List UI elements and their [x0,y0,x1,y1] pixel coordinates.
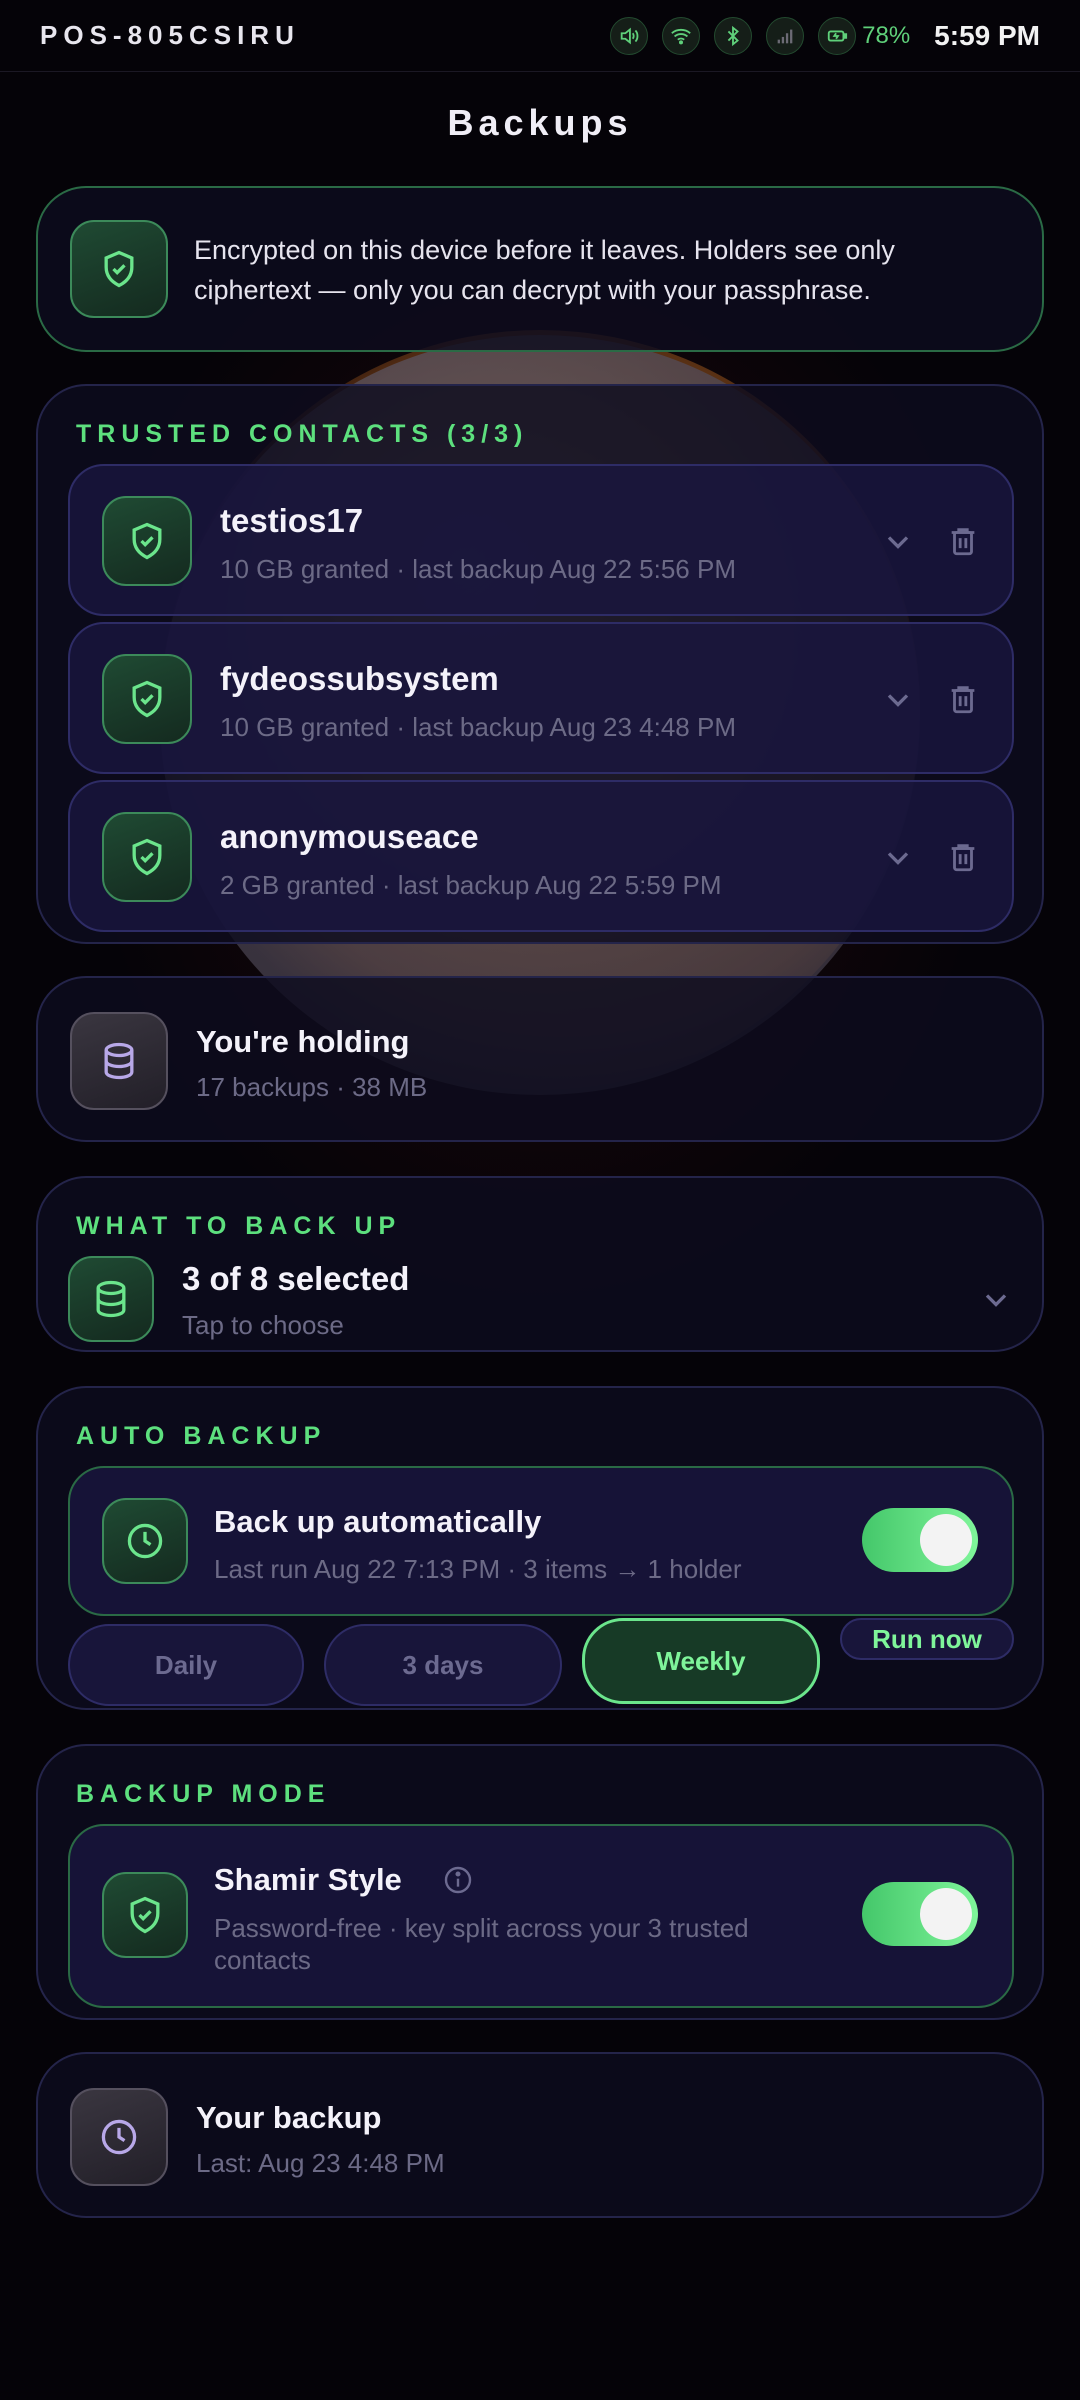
backup-mode-card: BACKUP MODE Shamir Style Password-free ·… [36,1744,1044,2020]
database-icon [68,1256,154,1342]
backup-mode-detail: Password-free · key split across your 3 … [214,1913,749,1975]
toggle-knob [920,1888,972,1940]
contact-row[interactable]: anonymouseace 2 GB granted · last backup… [68,780,1014,932]
selection-hint: Tap to choose [182,1310,344,1340]
wifi-icon [662,16,701,55]
contact-detail: 10 GB granted · last backup Aug 22 5:56 … [220,554,736,584]
holding-card[interactable]: You're holding 17 backups · 38 MB [36,976,1044,1142]
contact-row[interactable]: fydeossubsystem 10 GB granted · last bac… [68,622,1014,774]
device-name: POS-805CSIRU [40,20,300,50]
what-to-back-up-card[interactable]: WHAT TO BACK UP 3 of 8 selected Tap to c… [36,1176,1044,1352]
auto-backup-title: Back up automatically [214,1504,542,1539]
frequency-weekly[interactable]: Weekly [582,1618,820,1704]
contact-name: fydeossubsystem [220,660,499,697]
trash-icon[interactable] [946,522,980,560]
auto-backup-detail: Last run Aug 22 7:13 PM · 3 items → 1 ho… [214,1554,742,1584]
auto-backup-row[interactable]: Back up automatically Last run Aug 22 7:… [68,1466,1014,1616]
page-title: Backups [447,102,633,143]
chevron-down-icon[interactable] [978,1282,1014,1318]
backup-mode-title: Shamir Style [214,1862,402,1897]
toggle-knob [920,1514,972,1566]
your-backup-title: Your backup [196,2100,382,2135]
frequency-daily[interactable]: Daily [68,1624,304,1706]
signal-icon [766,16,805,55]
holding-title: You're holding [196,1024,410,1059]
shield-check-icon [102,812,192,902]
your-backup-detail: Last: Aug 23 4:48 PM [196,2148,445,2178]
backup-mode-toggle[interactable] [862,1882,978,1946]
shield-check-icon [70,220,168,318]
your-backup-card[interactable]: Your backup Last: Aug 23 4:48 PM [36,2052,1044,2218]
status-bar: POS-805CSIRU 78% 5:59 PM [0,0,1080,72]
backup-mode-label: BACKUP MODE [76,1780,331,1808]
battery-indicator: 78% [818,16,911,55]
backup-mode-row[interactable]: Shamir Style Password-free · key split a… [68,1824,1014,2008]
encryption-notice-text: Encrypted on this device before it leave… [194,235,895,305]
contact-name: anonymouseace [220,818,479,855]
selection-summary: 3 of 8 selected [182,1260,410,1297]
auto-backup-toggle[interactable] [862,1508,978,1572]
contact-detail: 10 GB granted · last backup Aug 23 4:48 … [220,712,736,742]
shield-check-icon [102,1872,188,1958]
trusted-contacts-label: TRUSTED CONTACTS (3/3) [76,420,529,448]
auto-backup-card: AUTO BACKUP Back up automatically Last r… [36,1386,1044,1710]
run-now-button[interactable]: Run now [840,1618,1014,1660]
trash-icon[interactable] [946,838,980,876]
trusted-contacts-card: TRUSTED CONTACTS (3/3) testios17 10 GB g… [36,384,1044,944]
volume-icon [610,16,649,55]
contact-row[interactable]: testios17 10 GB granted · last backup Au… [68,464,1014,616]
bluetooth-icon [714,16,753,55]
shield-check-icon [102,654,192,744]
clock: 5:59 PM [934,19,1040,51]
holding-detail: 17 backups · 38 MB [196,1072,428,1102]
auto-backup-label: AUTO BACKUP [76,1422,327,1450]
battery-icon [818,16,857,55]
contact-detail: 2 GB granted · last backup Aug 22 5:59 P… [220,870,722,900]
frequency-3-days[interactable]: 3 days [324,1624,562,1706]
chevron-down-icon[interactable] [880,682,916,718]
database-icon [70,1012,168,1110]
battery-percent: 78% [862,21,911,49]
shield-check-icon [102,496,192,586]
chevron-down-icon[interactable] [880,840,916,876]
contact-name: testios17 [220,502,364,539]
clock-icon [70,2088,168,2186]
trash-icon[interactable] [946,680,980,718]
encryption-notice-card: Encrypted on this device before it leave… [36,186,1044,352]
clock-icon [102,1498,188,1584]
what-to-back-up-label: WHAT TO BACK UP [76,1212,402,1240]
chevron-down-icon[interactable] [880,524,916,560]
status-icons: 78% 5:59 PM [610,16,1040,55]
info-icon[interactable] [442,1864,474,1896]
